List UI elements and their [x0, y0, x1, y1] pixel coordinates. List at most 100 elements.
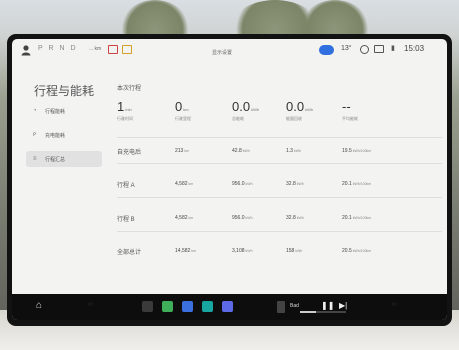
user-profile-icon[interactable] [20, 44, 32, 56]
stat-unit: kWh [251, 107, 260, 112]
stat-label: 行驶时间 [117, 116, 133, 121]
taskbar: ⌂ ‹‹ Bad ❚❚ ▶| ›› [12, 294, 447, 320]
sidebar-item-charging-energy[interactable]: ᴘ 充电能耗 [26, 127, 102, 143]
stat-unit: kWh [305, 107, 314, 112]
clock-icon: ◔ [33, 108, 37, 114]
media-title: Bad [290, 303, 299, 309]
outside-temperature: 13° [341, 45, 352, 52]
sidebar-item-trip-summary[interactable]: ≡ 行程汇总 [26, 151, 102, 167]
table-row: 全部总计 14,582km 3,108kWh 158kWh 20.5kWh/10… [117, 245, 437, 259]
unit-label: km [184, 149, 190, 153]
stat-value: 0 [175, 99, 183, 114]
unit-label: km [188, 216, 194, 220]
screen-title: 显示设置 [212, 50, 233, 56]
divider [117, 197, 442, 198]
divider [117, 231, 442, 232]
table-row: 行程 B 4,582km 956.0kWh 32.8kWh 20.1kWh/10… [117, 212, 437, 226]
sidebar-item-label: 充电能耗 [45, 132, 66, 139]
row-recovered: 32.8 [286, 181, 296, 187]
next-arrow-icon[interactable]: ›› [392, 301, 397, 308]
row-distance: 14,582 [175, 248, 191, 254]
row-label: 自充电后 [117, 150, 142, 156]
unit-label: kWh/100km [352, 216, 372, 220]
stat-unit: min [125, 107, 132, 112]
touchscreen: P R N D ... km 显示设置 13° ▮ 15:03 行程与能耗 ◔ … [12, 39, 447, 320]
pause-icon[interactable]: ❚❚ [321, 301, 334, 310]
prev-arrow-icon[interactable]: ‹‹ [88, 301, 93, 308]
stat-duration: 1min 行驶时间 [117, 99, 177, 122]
camera-icon[interactable] [360, 45, 369, 54]
row-energy: 42.8 [232, 148, 242, 154]
unit-label: kWh/100km [352, 182, 372, 186]
row-recovered: 1.3 [286, 148, 293, 154]
row-energy: 956.0 [232, 181, 245, 187]
row-average: 19.5 [342, 148, 352, 154]
next-track-icon[interactable]: ▶| [339, 301, 347, 310]
app-icon-camera[interactable] [162, 301, 173, 312]
album-art-icon[interactable] [277, 301, 285, 313]
unit-label: kWh [296, 182, 304, 186]
row-average: 20.1 [342, 181, 352, 187]
unit-label: km [188, 182, 194, 186]
sidebar-item-label: 行程能耗 [45, 108, 66, 115]
divider [117, 163, 442, 164]
page-title: 行程与能耗 [34, 84, 95, 98]
range-readout: ... km [89, 46, 102, 52]
unit-label: kWh [296, 216, 304, 220]
unit-label: kWh/100km [352, 149, 372, 153]
row-average: 20.1 [342, 215, 352, 221]
app-icon-video[interactable] [182, 301, 193, 312]
plug-icon: ᴘ [33, 132, 37, 138]
row-energy: 956.0 [232, 215, 245, 221]
stat-average: -- 平均能耗 [342, 99, 402, 122]
row-label: 行程 B [117, 217, 135, 223]
stat-distance: 0km 行驶里程 [175, 99, 235, 122]
stat-label: 平均能耗 [342, 116, 358, 121]
unit-label: kWh [293, 149, 301, 153]
gear-selector: P R N D [38, 45, 78, 52]
row-recovered: 158 [286, 248, 295, 254]
alert-icon [108, 45, 118, 54]
stat-value: -- [342, 99, 351, 114]
media-progress-bar[interactable] [300, 311, 346, 313]
stat-energy: 0.0kWh 总能耗 [232, 99, 292, 122]
app-icon-tools[interactable] [202, 301, 213, 312]
row-distance: 4,582 [175, 181, 188, 187]
stat-recovered: 0.0kWh 能量回收 [286, 99, 346, 122]
row-label: 行程 A [117, 183, 135, 189]
stat-label: 能量回收 [286, 116, 302, 121]
home-icon[interactable]: ⌂ [36, 301, 46, 311]
table-row: 自充电后 213km 42.8kWh 1.3kWh 19.5kWh/100km [117, 145, 437, 159]
chart-icon: ≡ [33, 156, 37, 162]
media-progress-fill [300, 311, 317, 313]
table-row: 行程 A 4,582km 956.0kWh 32.8kWh 20.1kWh/10… [117, 178, 437, 192]
sidebar-item-label: 行程汇总 [45, 156, 66, 163]
connectivity-icon[interactable] [319, 45, 334, 55]
unit-label: kWh [245, 216, 253, 220]
app-icon-settings[interactable] [142, 301, 153, 312]
unit-label: kWh [245, 249, 253, 253]
row-distance: 213 [175, 148, 184, 154]
unit-label: kWh/100km [352, 249, 372, 253]
row-distance: 4,582 [175, 215, 188, 221]
row-average: 20.5 [342, 248, 352, 254]
stat-label: 行驶里程 [175, 116, 191, 121]
unit-label: kWh [242, 149, 250, 153]
unit-label: kWh [245, 182, 253, 186]
divider [117, 137, 442, 138]
stat-unit: km [183, 107, 189, 112]
stat-value: 1 [117, 99, 125, 114]
clock: 15:03 [404, 44, 425, 53]
unit-label: kWh [295, 249, 303, 253]
warning-icon [122, 45, 132, 54]
app-icon-apps[interactable] [222, 301, 233, 312]
sidebar-item-trip-energy[interactable]: ◔ 行程能耗 [26, 103, 102, 119]
stat-value: 0.0 [286, 99, 305, 114]
unit-label: km [191, 249, 196, 253]
row-recovered: 32.8 [286, 215, 296, 221]
battery-icon [374, 45, 384, 53]
signal-icon: ▮ [391, 45, 395, 52]
section-title: 本次行程 [117, 86, 142, 92]
stat-label: 总能耗 [232, 116, 244, 121]
stat-value: 0.0 [232, 99, 251, 114]
